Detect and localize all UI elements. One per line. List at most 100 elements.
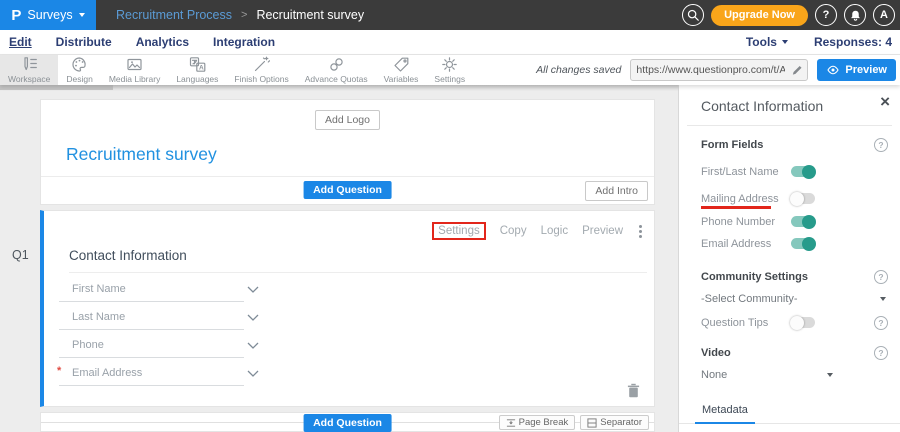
separator-label: Separator: [600, 417, 642, 428]
dropdown-caret-icon[interactable]: [880, 297, 886, 301]
add-logo-row: Add Logo: [41, 100, 654, 130]
toggle-row-phone-number: Phone Number: [701, 216, 888, 230]
tag-icon: [393, 56, 410, 73]
edit-url-button[interactable]: [787, 64, 807, 76]
tab-analytics[interactable]: Analytics: [136, 35, 189, 49]
question-more-menu[interactable]: [637, 223, 644, 240]
toolbar-item-variables[interactable]: Variables: [376, 55, 427, 85]
page-break-icon: [506, 418, 516, 428]
upgrade-now-button[interactable]: Upgrade Now: [711, 5, 808, 26]
tab-integration[interactable]: Integration: [213, 35, 275, 49]
page-break-button[interactable]: Page Break: [499, 415, 576, 430]
add-logo-button[interactable]: Add Logo: [315, 110, 380, 130]
breadcrumb: Recruitment Process > Recruitment survey: [116, 8, 364, 22]
image-icon: [126, 56, 143, 73]
tab-distribute[interactable]: Distribute: [56, 35, 112, 49]
pencil-icon: [791, 64, 803, 76]
delete-question-button[interactable]: [627, 383, 640, 398]
question-tips-toggle[interactable]: [791, 317, 815, 328]
survey-nav: Edit Distribute Analytics Integration To…: [0, 30, 900, 55]
toolbar-item-advance-quotas[interactable]: Advance Quotas: [297, 55, 376, 85]
separator-button[interactable]: Separator: [580, 415, 649, 430]
survey-canvas: Q1 Add Logo Recruitment survey Add Quest…: [0, 85, 678, 432]
notifications-button[interactable]: [844, 4, 866, 26]
translate-icon: A: [189, 56, 206, 73]
field-email-address[interactable]: * Email Address: [59, 358, 244, 386]
community-settings-heading: Community Settings ?: [701, 271, 888, 284]
field-phone[interactable]: Phone: [59, 330, 244, 358]
toolbar-item-media-library[interactable]: Media Library: [101, 55, 169, 85]
search-button[interactable]: [682, 4, 704, 26]
toggle-label: Phone Number: [701, 216, 775, 228]
first-last-name-toggle[interactable]: [791, 166, 815, 177]
panel-tab-bar: Metadata: [679, 399, 900, 424]
separator-icon: [587, 418, 597, 428]
help-icon[interactable]: ?: [874, 138, 888, 152]
topbar-actions: Upgrade Now ? A: [682, 4, 900, 26]
survey-title[interactable]: Recruitment survey: [66, 144, 654, 164]
survey-header-footer: Add Question Add Intro: [41, 176, 654, 204]
field-label: Phone: [72, 339, 104, 351]
community-select-row: -Select Community-: [701, 293, 888, 307]
community-select[interactable]: -Select Community-: [701, 293, 798, 305]
panel-divider: [687, 125, 892, 126]
breadcrumb-folder[interactable]: Recruitment Process: [116, 8, 232, 22]
field-last-name[interactable]: Last Name: [59, 302, 244, 330]
toolbar-right: All changes saved Preview: [536, 55, 900, 85]
edit-toolbar: Workspace Design Media Library A Languag…: [0, 55, 900, 85]
question-tips-row: Question Tips ?: [701, 317, 888, 331]
question-number: Q1: [12, 248, 29, 262]
dropdown-caret-icon[interactable]: [827, 373, 833, 377]
tab-edit[interactable]: Edit: [9, 35, 32, 49]
close-icon[interactable]: ×: [880, 93, 890, 110]
chevron-down-icon[interactable]: [247, 314, 259, 321]
survey-url-input[interactable]: [631, 64, 787, 76]
toggle-label: Email Address: [701, 238, 771, 250]
wand-icon: [253, 56, 270, 73]
help-icon[interactable]: ?: [874, 270, 888, 284]
video-select[interactable]: None: [701, 369, 727, 381]
mailing-address-toggle[interactable]: [791, 193, 815, 204]
add-intro-button[interactable]: Add Intro: [585, 181, 648, 201]
toolbar-item-finish-options[interactable]: Finish Options: [226, 55, 296, 85]
preview-button[interactable]: Preview: [817, 59, 896, 81]
surveys-app-menu[interactable]: P Surveys: [0, 0, 96, 30]
tools-menu[interactable]: Tools: [746, 35, 788, 49]
gear-icon: [441, 56, 458, 73]
form-fields-label: Form Fields: [701, 139, 763, 151]
question-settings-button[interactable]: Settings: [432, 222, 486, 240]
survey-header-card: Add Logo Recruitment survey Add Question…: [40, 99, 655, 205]
phone-number-toggle[interactable]: [791, 216, 815, 227]
tools-label: Tools: [746, 35, 777, 49]
community-settings-label: Community Settings: [701, 271, 808, 283]
help-icon[interactable]: ?: [874, 346, 888, 360]
toolbar-item-design[interactable]: Design: [58, 55, 100, 85]
contact-fields: First Name Last Name Phone * Email Addre…: [59, 273, 654, 386]
nav-right: Tools Responses: 4: [746, 35, 900, 49]
toggle-row-email-address: Email Address: [701, 238, 888, 252]
add-question-button-bottom[interactable]: Add Question: [303, 414, 392, 432]
toolbar-item-languages[interactable]: A Languages: [168, 55, 226, 85]
responses-count[interactable]: Responses: 4: [814, 35, 892, 49]
field-first-name[interactable]: First Name: [59, 274, 244, 302]
add-question-button-top[interactable]: Add Question: [303, 181, 392, 199]
avatar[interactable]: A: [873, 4, 895, 26]
page-break-label: Page Break: [519, 417, 569, 428]
chevron-down-icon[interactable]: [247, 370, 259, 377]
chevron-down-icon[interactable]: [247, 286, 259, 293]
breadcrumb-separator: >: [241, 9, 247, 21]
annotation-red-underline: [701, 206, 771, 209]
toolbar-item-workspace[interactable]: Workspace: [0, 55, 58, 85]
email-address-toggle[interactable]: [791, 238, 815, 249]
question-preview-button[interactable]: Preview: [582, 225, 623, 237]
help-button[interactable]: ?: [815, 4, 837, 26]
toolbar-label: Finish Options: [234, 74, 288, 84]
horizontal-scrollbar-thumb[interactable]: [0, 85, 113, 90]
chevron-down-icon[interactable]: [247, 342, 259, 349]
tab-metadata[interactable]: Metadata: [695, 399, 755, 424]
toolbar-item-settings[interactable]: Settings: [426, 55, 473, 85]
help-icon[interactable]: ?: [874, 316, 888, 330]
question-logic-button[interactable]: Logic: [541, 225, 569, 237]
toggle-label: First/Last Name: [701, 166, 779, 178]
question-copy-button[interactable]: Copy: [500, 225, 527, 237]
